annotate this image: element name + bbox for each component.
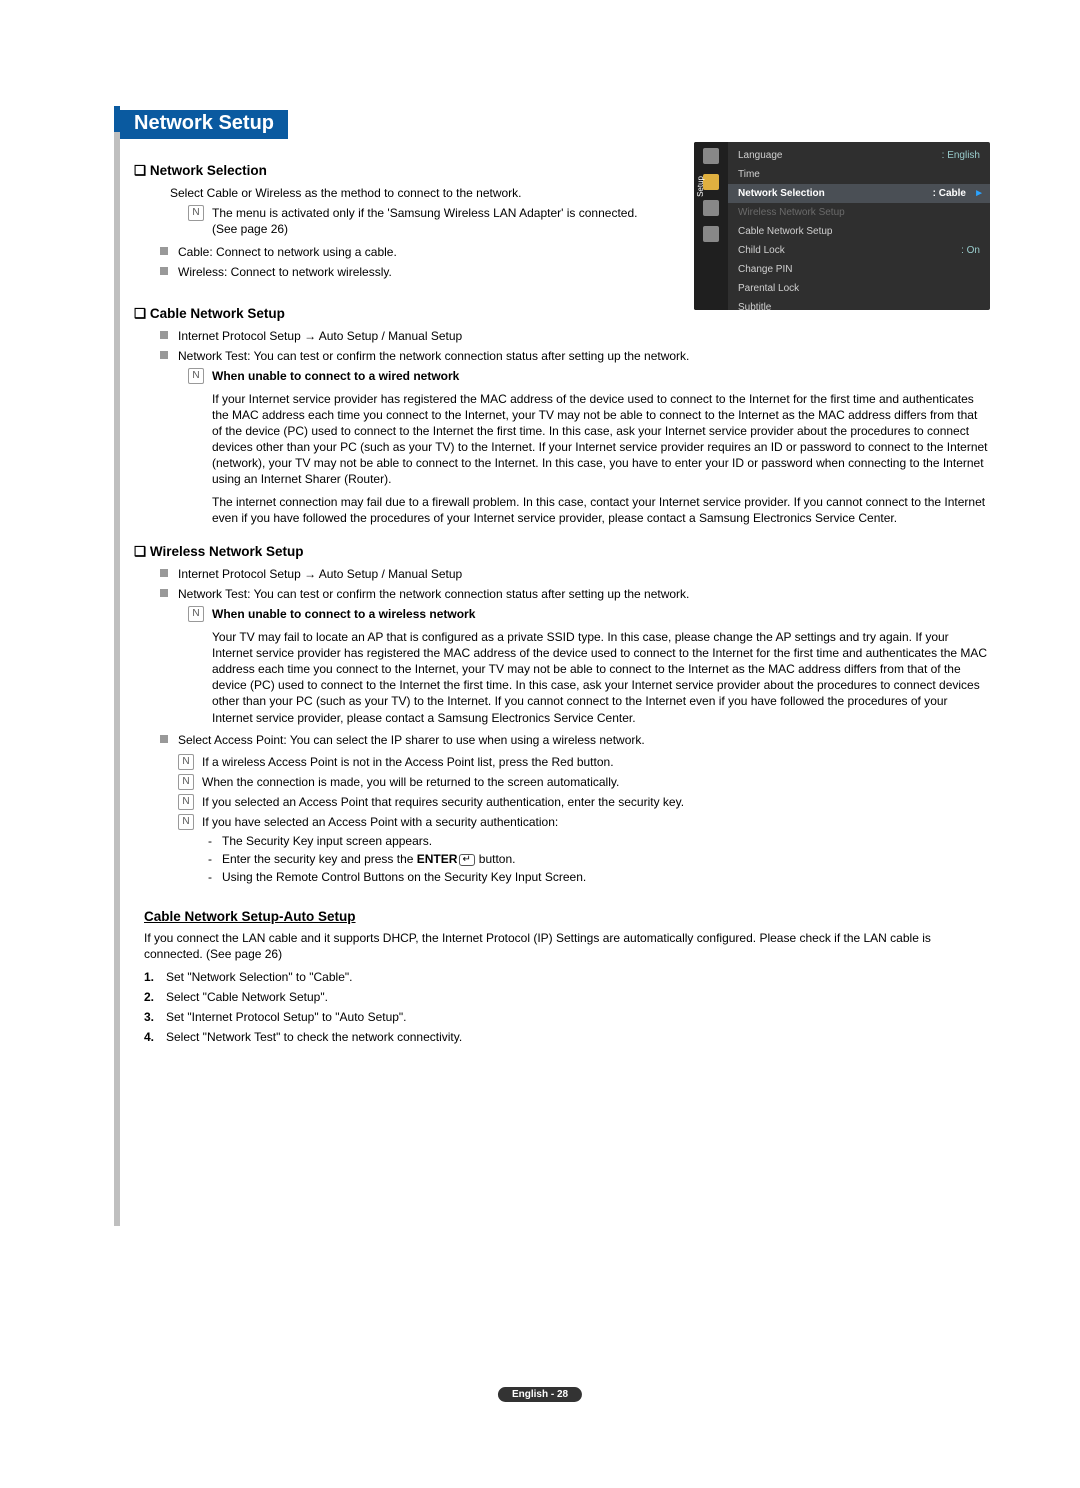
cable-setup-note-heading: When unable to connect to a wired networ…: [212, 369, 459, 383]
tv-menu-row: Change PIN: [728, 260, 990, 279]
wireless-select-ap-text: Select Access Point: You can select the …: [178, 733, 645, 747]
wireless-ap-note-1: If a wireless Access Point is not in the…: [178, 754, 990, 770]
step-text: Set "Network Selection" to "Cable".: [166, 970, 352, 984]
tv-menu-row-label: Subtitle: [738, 300, 771, 310]
tv-menu-row: Time: [728, 165, 990, 184]
network-selection-wireless: Wireless: Connect to network wirelessly.: [160, 264, 630, 280]
application-icon: [703, 226, 719, 242]
wireless-setup-note: When unable to connect to a wireless net…: [188, 606, 990, 725]
auto-setup-intro: If you connect the LAN cable and it supp…: [144, 930, 990, 962]
vertical-rule-accent: [114, 106, 120, 132]
tv-menu-row-label: Network Selection: [738, 186, 825, 201]
input-icon: [703, 200, 719, 216]
page-footer: English - 28: [498, 1387, 582, 1402]
tv-menu-row: Subtitle: [728, 298, 990, 310]
step-text: Select "Cable Network Setup".: [166, 990, 328, 1004]
step-text: Select "Network Test" to check the netwo…: [166, 1030, 462, 1044]
wireless-ap-note-4-d1: The Security Key input screen appears.: [208, 833, 990, 849]
wireless-ap-note-4-d2: Enter the security key and press the ENT…: [208, 851, 990, 867]
wireless-setup-note-para: Your TV may fail to locate an AP that is…: [212, 629, 990, 726]
tv-menu-row-label: Language: [738, 148, 783, 163]
wireless-setup-item-ip: Internet Protocol Setup → Auto Setup / M…: [160, 566, 990, 582]
section-heading-wireless-setup: Wireless Network Setup: [134, 544, 990, 560]
auto-setup-step: 3. Set "Internet Protocol Setup" to "Auto…: [144, 1009, 990, 1025]
tv-menu-row: Cable Network Setup: [728, 222, 990, 241]
step-number: 4.: [144, 1029, 154, 1045]
tv-menu-row-label: Time: [738, 167, 760, 182]
tv-menu-row: Wireless Network Setup: [728, 203, 990, 222]
enter-icon: [459, 854, 475, 866]
wireless-ap-note-4-d3: Using the Remote Control Buttons on the …: [208, 869, 990, 885]
cable-setup-note-para2: The internet connection may fail due to …: [212, 494, 990, 526]
vertical-rule: [114, 106, 120, 1226]
cable-setup-note-para1: If your Internet service provider has re…: [212, 391, 990, 488]
picture-icon: [703, 148, 719, 164]
auto-setup-step: 1. Set "Network Selection" to "Cable".: [144, 969, 990, 985]
cable-setup-note: When unable to connect to a wired networ…: [188, 368, 990, 526]
wireless-setup-item-test: Network Test: You can test or confirm th…: [160, 586, 990, 602]
tv-menu-sidebar: Setup: [694, 142, 728, 310]
tv-menu-row-label: Change PIN: [738, 262, 792, 277]
network-selection-cable: Cable: Connect to network using a cable.: [160, 244, 630, 260]
wireless-setup-note-heading: When unable to connect to a wireless net…: [212, 607, 475, 621]
step-text: Set "Internet Protocol Setup" to "Auto S…: [166, 1010, 407, 1024]
tv-menu-row: Language : English: [728, 146, 990, 165]
cable-setup-item-test: Network Test: You can test or confirm th…: [160, 348, 990, 364]
page-title: Network Setup: [120, 110, 288, 139]
tv-menu-row: Network Selection : Cable: [728, 184, 990, 203]
tv-menu-row-label: Cable Network Setup: [738, 224, 833, 239]
auto-setup-steps: 1. Set "Network Selection" to "Cable". 2. S…: [144, 969, 990, 1046]
wireless-ap-note-2: When the connection is made, you will be…: [178, 774, 990, 790]
network-selection-intro: Select Cable or Wireless as the method t…: [170, 185, 640, 201]
step-number: 1.: [144, 969, 154, 985]
auto-setup-step: 4. Select "Network Test" to check the net…: [144, 1029, 990, 1045]
tv-menu-row-value: : English: [942, 148, 980, 163]
auto-setup-step: 2. Select "Cable Network Setup".: [144, 989, 990, 1005]
tv-menu-row-label: Child Lock: [738, 243, 785, 258]
tv-menu-row-value: : On: [961, 243, 980, 258]
wireless-ap-note-4: If you have selected an Access Point wit…: [178, 814, 990, 885]
tv-menu-list: Language : English Time Network Selection : …: [728, 142, 990, 310]
wireless-ap-note-3: If you selected an Access Point that req…: [178, 794, 990, 810]
tv-menu-row-label: Parental Lock: [738, 281, 799, 296]
setup-icon: [703, 174, 719, 190]
tv-menu-side-label: Setup: [696, 176, 705, 197]
tv-menu-row-label: Wireless Network Setup: [738, 205, 845, 220]
tv-menu-row: Parental Lock: [728, 279, 990, 298]
wireless-select-ap: Select Access Point: You can select the …: [160, 732, 990, 886]
step-number: 2.: [144, 989, 154, 1005]
subheading-auto-setup: Cable Network Setup-Auto Setup: [144, 909, 990, 924]
tv-menu-figure: Setup Language : English Time Network Selec…: [694, 142, 990, 310]
tv-menu-row-value: : Cable: [933, 186, 966, 201]
tv-menu-row: Child Lock : On: [728, 241, 990, 260]
step-number: 3.: [144, 1009, 154, 1025]
network-selection-note: The menu is activated only if the 'Samsu…: [188, 205, 658, 237]
cable-setup-item-ip: Internet Protocol Setup → Auto Setup / M…: [160, 328, 990, 344]
wireless-ap-note-4-lead: If you have selected an Access Point wit…: [202, 815, 558, 829]
